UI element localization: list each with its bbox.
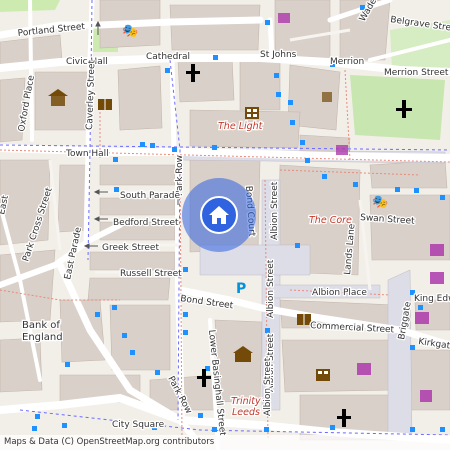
art-icon bbox=[322, 92, 332, 102]
shop-icon-4 bbox=[430, 272, 444, 284]
label-city-square: City Square bbox=[112, 420, 165, 430]
label-trinity: Trinity bbox=[231, 396, 261, 407]
svg-text:🎭: 🎭 bbox=[372, 195, 388, 210]
cinema-icon-2 bbox=[316, 369, 330, 381]
label-the-light: The Light bbox=[218, 121, 264, 132]
label-merrion-street: Merrion Street bbox=[384, 68, 449, 78]
label-england: England bbox=[22, 332, 63, 343]
label-albion-street-1: Albion Street bbox=[270, 181, 280, 240]
label-bank-of: Bank of bbox=[22, 320, 60, 331]
map-canvas: 🎭 🎭 P Portland Street Civic Hall Cathedr… bbox=[0, 0, 450, 450]
label-town-hall: Town Hall bbox=[65, 149, 109, 159]
label-albion-street-4: Albion Street bbox=[263, 357, 273, 416]
label-leeds: Leeds bbox=[232, 407, 260, 418]
map-view[interactable]: 🎭 🎭 P Portland Street Civic Hall Cathedr… bbox=[0, 0, 450, 450]
shop-icon-2 bbox=[336, 145, 348, 155]
parking-icon: P bbox=[236, 281, 246, 297]
shop-icon-3 bbox=[430, 244, 444, 256]
label-greek-street: Greek Street bbox=[102, 243, 159, 253]
shop-icon-5 bbox=[415, 312, 429, 324]
label-bedford-street: Bedford Street bbox=[113, 218, 179, 228]
label-albion-place: Albion Place bbox=[312, 288, 367, 298]
label-park-row: Park Row bbox=[175, 155, 185, 196]
label-russell-street: Russell Street bbox=[120, 269, 182, 279]
shop-icon bbox=[278, 13, 290, 23]
theatre-icon-2: 🎭 bbox=[372, 195, 388, 210]
shop-icon-7 bbox=[420, 390, 432, 402]
label-albion-street-2: Albion Street bbox=[266, 259, 276, 318]
shop-icon-6 bbox=[357, 363, 371, 375]
label-cathedral: Cathedral bbox=[146, 52, 190, 62]
library-icon bbox=[98, 99, 112, 110]
cinema-icon bbox=[245, 107, 259, 119]
map-attribution: Maps & Data (C) OpenStreetMap.org contri… bbox=[0, 435, 450, 450]
label-king-edward: King Edw... bbox=[414, 294, 450, 304]
label-merrion: Merrion bbox=[330, 57, 364, 67]
library-icon-2 bbox=[297, 314, 311, 325]
current-location-marker[interactable] bbox=[182, 178, 256, 252]
svg-text:P: P bbox=[236, 281, 246, 297]
label-the-core: The Core bbox=[309, 215, 352, 226]
label-st-johns: St Johns bbox=[260, 50, 297, 60]
svg-text:🎭: 🎭 bbox=[122, 24, 138, 39]
label-south-parade: South Parade bbox=[120, 191, 180, 201]
theatre-icon: 🎭 bbox=[122, 24, 138, 39]
